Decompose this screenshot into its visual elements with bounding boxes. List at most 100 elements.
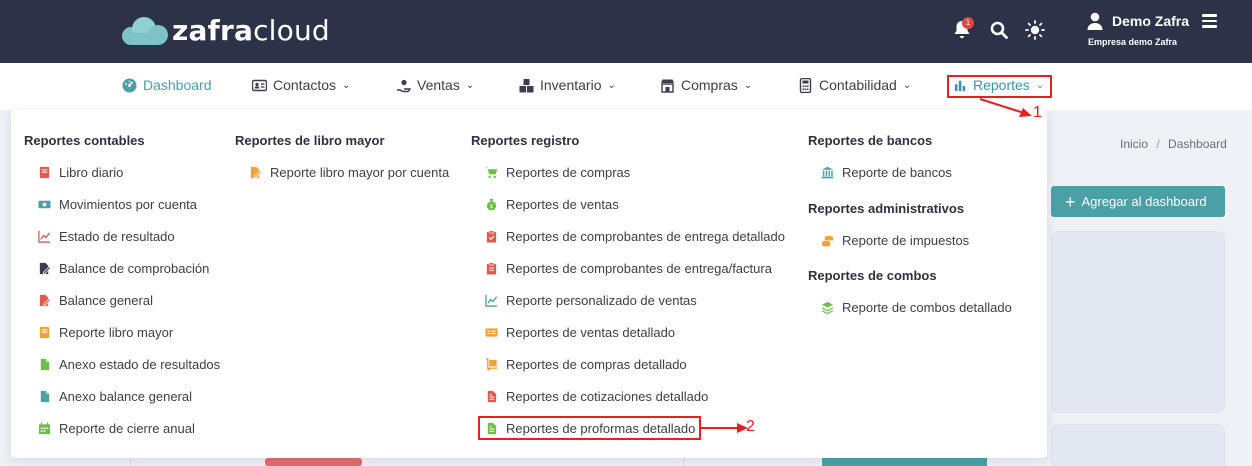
menu-item-registro-2[interactable]: $ Reportes de ventas	[485, 197, 619, 212]
menu-item-label: Reporte de bancos	[842, 165, 952, 180]
menu-item-contables-4[interactable]: Balance de comprobación	[38, 261, 209, 276]
id-card-icon	[485, 326, 498, 339]
menu-item-label: Movimientos por cuenta	[59, 197, 198, 212]
chevron-down-icon: ⌄	[342, 79, 351, 91]
file-invoice-icon	[485, 390, 498, 403]
chevron-down-icon: ⌄	[902, 79, 912, 91]
section-title-registro: Reportes registro	[471, 133, 580, 148]
breadcrumb-current: Dashboard	[1168, 137, 1227, 151]
theme-sun-icon[interactable]	[1025, 20, 1045, 40]
cart-icon	[485, 166, 498, 179]
menu-item-label: Reporte de impuestos	[842, 233, 970, 248]
nav-label: Dashboard	[143, 77, 212, 93]
menu-item-registro-5[interactable]: Reporte personalizado de ventas	[485, 293, 697, 308]
menu-item-registro-8[interactable]: Reportes de cotizaciones detallado	[485, 389, 708, 404]
menu-item-contables-1[interactable]: Libro diario	[38, 165, 123, 180]
nav-label: Inventario	[540, 77, 602, 93]
chevron-down-icon: ⌄	[465, 79, 475, 91]
money-bag-icon: $	[485, 198, 498, 211]
menu-item-registro-4[interactable]: Reportes de comprobantes de entrega/fact…	[485, 261, 772, 276]
notification-badge: 1	[962, 17, 974, 29]
clipboard-check-icon	[485, 230, 498, 243]
line-chart-icon	[485, 294, 498, 307]
menu-item-administrativos-1[interactable]: Reporte de impuestos	[821, 233, 969, 248]
main-nav: Dashboard Contactos ⌄ Ventas ⌄ Inventari…	[0, 63, 1252, 110]
add-to-dashboard-label: Agregar al dashboard	[1081, 194, 1207, 209]
svg-text:$: $	[490, 204, 494, 210]
menu-item-label: Anexo estado de resultados	[59, 357, 221, 372]
add-to-dashboard-button[interactable]: + Agregar al dashboard	[1051, 186, 1225, 217]
menu-item-registro-7[interactable]: Reportes de compras detallado	[485, 357, 687, 372]
plus-icon: +	[1065, 191, 1076, 212]
company-name: Empresa demo Zafra	[1088, 37, 1178, 47]
nav-label: Compras	[681, 77, 738, 93]
section-title-bancos: Reportes de bancos	[808, 133, 933, 148]
menu-item-registro-1[interactable]: Reportes de compras	[485, 165, 630, 180]
nav-item-compras[interactable]: Compras ⌄	[660, 77, 752, 93]
nav-item-inventario[interactable]: Inventario ⌄	[519, 77, 616, 93]
hamburger-menu-icon[interactable]	[1202, 14, 1217, 28]
calendar-icon	[38, 422, 51, 435]
menu-item-label: Anexo balance general	[59, 389, 192, 404]
search-icon[interactable]	[990, 21, 1008, 39]
menu-item-libro-mayor-1[interactable]: Reporte libro mayor por cuenta	[249, 165, 449, 180]
menu-item-registro-3[interactable]: Reportes de comprobantes de entrega deta…	[485, 229, 785, 244]
file-sign-icon	[38, 262, 52, 275]
menu-item-registro-6[interactable]: Reportes de ventas detallado	[485, 325, 675, 340]
sales-hand-icon	[397, 79, 411, 92]
cloud-logo-icon	[122, 15, 168, 47]
divider	[130, 458, 131, 466]
store-icon	[661, 79, 674, 93]
dolly-icon	[485, 358, 498, 371]
menu-item-bancos-1[interactable]: Reporte de bancos	[821, 165, 952, 180]
section-title-combos: Reportes de combos	[808, 268, 937, 283]
menu-item-contables-2[interactable]: Movimientos por cuenta	[38, 197, 197, 212]
reportes-dropdown-menu	[11, 110, 1047, 458]
nav-item-dashboard[interactable]: Dashboard	[122, 77, 212, 93]
file-sign-icon	[38, 294, 52, 307]
layers-icon	[821, 301, 834, 315]
menu-item-contables-3[interactable]: Estado de resultado	[38, 229, 175, 244]
menu-item-contables-7[interactable]: Anexo estado de resultados	[38, 357, 220, 372]
line-chart-icon	[38, 230, 51, 243]
breadcrumb: Inicio / Dashboard	[1120, 137, 1227, 151]
annotation-number-1: 1	[1033, 104, 1042, 121]
menu-item-label: Reportes de compras detallado	[506, 357, 687, 372]
menu-item-contables-5[interactable]: Balance general	[38, 293, 153, 308]
file-icon	[38, 358, 51, 371]
dashboard-icon	[122, 78, 137, 92]
menu-item-label: Balance general	[59, 293, 153, 308]
zafracloud-logo[interactable]: zafracloud	[122, 14, 330, 47]
annotation-box-reportes	[947, 75, 1052, 98]
menu-item-combos-1[interactable]: Reporte de combos detallado	[821, 300, 1012, 315]
menu-item-label: Reporte de cierre anual	[59, 421, 195, 436]
menu-item-label: Balance de comprobación	[59, 261, 210, 276]
coins-icon	[821, 234, 834, 247]
menu-item-contables-8[interactable]: Anexo balance general	[38, 389, 192, 404]
nav-item-contabilidad[interactable]: Contabilidad ⌄	[798, 77, 911, 93]
boxes-icon	[519, 78, 534, 92]
menu-item-label: Reporte libro mayor	[59, 325, 174, 340]
user-name[interactable]: Demo Zafra	[1112, 13, 1189, 29]
breadcrumb-home[interactable]: Inicio	[1120, 137, 1148, 151]
menu-item-label: Estado de resultado	[59, 229, 175, 244]
clipboard-icon	[485, 262, 498, 275]
menu-item-label: Reportes de cotizaciones detallado	[506, 389, 709, 404]
nav-item-contactos[interactable]: Contactos ⌄	[252, 77, 350, 93]
money-icon	[38, 198, 51, 211]
menu-item-label: Reportes de ventas detallado	[506, 325, 676, 340]
menu-item-label: Reporte de combos detallado	[842, 300, 1012, 315]
section-title-contables: Reportes contables	[24, 133, 145, 148]
nav-item-ventas[interactable]: Ventas ⌄	[396, 77, 474, 93]
menu-item-contables-6[interactable]: Reporte libro mayor	[38, 325, 173, 340]
divider	[683, 458, 684, 466]
menu-item-contables-9[interactable]: Reporte de cierre anual	[38, 421, 195, 436]
top-header: zafracloud 1 Demo Zafra Empresa demo Zaf…	[0, 0, 1252, 63]
menu-item-label: Libro diario	[59, 165, 124, 180]
user-icon[interactable]	[1087, 12, 1103, 30]
nav-label: Contabilidad	[819, 77, 897, 93]
logo-text: zafracloud	[172, 14, 330, 47]
nav-label: Ventas	[417, 77, 460, 93]
background-button-teal	[822, 458, 987, 466]
section-title-administrativos: Reportes administrativos	[808, 201, 965, 216]
